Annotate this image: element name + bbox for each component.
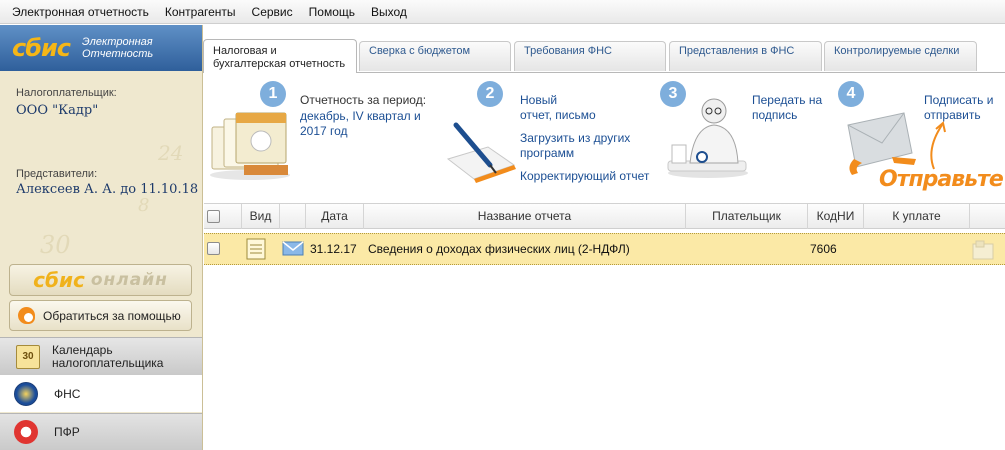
row-checkbox[interactable] [207,242,220,255]
new-report-link[interactable]: Новый отчет, письмо [520,93,596,123]
tab-budget-reconciliation[interactable]: Сверка с бюджетом [359,41,511,71]
step-number-badge: 1 [260,81,286,107]
menu-item-service[interactable]: Сервис [252,5,293,19]
tab-bar: Налоговая и бухгалтерская отчетность Све… [203,35,1005,73]
calendar-decoration: 30 [40,231,71,259]
calendar-icon: 30 [16,344,40,369]
period-link[interactable]: декабрь, IV квартал и 2017 год [300,109,435,139]
request-help-button[interactable]: Обратиться за помощью [9,300,192,331]
tab-fns-requirements[interactable]: Требования ФНС [514,41,666,71]
menu-item-contractors[interactable]: Контрагенты [165,5,236,19]
logo-subtitle-line: Отчетность [82,48,154,60]
representative-label: Представители: [16,168,98,180]
menu-item-help[interactable]: Помощь [309,5,355,19]
tab-tax-accounting[interactable]: Налоговая и бухгалтерская отчетность [203,39,357,73]
document-icon [246,238,266,260]
send-hint-handwriting: Отправьте [879,167,1004,192]
row-report-name: Сведения о доходах физических лиц (2-НДФ… [368,242,630,256]
correction-report-link[interactable]: Корректирующий отчет [520,169,649,184]
sidebar-item-label: ФНС [54,386,81,401]
calendar-stack-icon [210,112,290,180]
header-select [204,204,242,229]
sidebar-item-label: Календарь налогоплательщика [52,342,164,370]
logo-subtitle: Электронная Отчетность [82,36,153,60]
table-header: Вид Дата Название отчета Плательщик КодН… [204,203,1005,229]
fns-emblem-icon [14,381,38,406]
logo-subtitle-line: Электронная [82,36,153,48]
pen-paper-icon [446,122,516,183]
workflow-steps: 1 Отчетность за период: декабрь, IV квар… [204,73,1005,200]
step-number-badge: 4 [838,81,864,107]
new-report-line: отчет, письмо [520,108,596,122]
table-row[interactable]: 31.12.17 Сведения о доходах физических л… [204,233,1005,265]
app-window: Электронная отчетность Контрагенты Серви… [0,0,1005,450]
row-date: 31.12.17 [310,242,357,256]
pfr-logo-icon [14,420,38,444]
row-tax-code: 7606 [810,242,837,256]
taxpayer-name[interactable]: ООО "Кадр" [16,103,98,118]
status-stamp-icon [972,240,994,260]
tab-controlled-deals[interactable]: Контролируемые сделки [824,41,977,71]
header-tax-code[interactable]: КодНИ [808,204,864,229]
header-spacer [280,204,306,229]
header-report-name[interactable]: Название отчета [364,204,686,229]
step-number-badge: 2 [477,81,503,107]
import-link[interactable]: Загрузить из других программ [520,131,645,161]
online-button-label: онлайн [90,270,168,290]
header-payer[interactable]: Плательщик [686,204,808,229]
lifebuoy-icon [18,307,35,324]
header-amount-due[interactable]: К уплате [864,204,970,229]
period-label: Отчетность за период: [300,93,427,107]
sidebar-item-fns[interactable]: ФНС [0,375,202,412]
menu-item-reporting[interactable]: Электронная отчетность [12,5,149,19]
calendar-decoration: 24 [158,141,184,165]
menu-bar: Электронная отчетность Контрагенты Серви… [0,0,1005,24]
sidebar-item-pfr[interactable]: ПФР [0,413,202,450]
app-logo: сбис Электронная Отчетность [0,25,202,71]
representative-name[interactable]: Алексеев А. А. до 11.10.18 [16,182,198,197]
sidebar: 24 8 30 сбис Электронная Отчетность Нало… [0,25,203,450]
calendar-decoration: 8 [138,195,150,216]
menu-item-exit[interactable]: Выход [371,5,407,19]
online-button-brand: сбис [33,268,85,292]
sidebar-item-label: ПФР [54,425,80,439]
header-date[interactable]: Дата [306,204,364,229]
logo-wordmark: сбис [12,34,71,62]
envelope-icon [282,241,304,256]
taxpayer-label: Налогоплательщик: [16,87,117,99]
tab-fns-submissions[interactable]: Представления в ФНС [669,41,822,71]
new-report-line: Новый [520,93,558,107]
header-view[interactable]: Вид [242,204,280,229]
reports-table: Вид Дата Название отчета Плательщик КодН… [204,203,1005,450]
manager-figure-icon [667,98,748,178]
sbis-online-button[interactable]: сбис онлайн [9,264,192,296]
arrow-up-icon [930,121,946,170]
send-for-signing-link[interactable]: Передать на подпись [752,93,832,123]
help-button-label: Обратиться за помощью [43,308,181,323]
sidebar-item-calendar[interactable]: 30 Календарь налогоплательщика [0,337,202,375]
